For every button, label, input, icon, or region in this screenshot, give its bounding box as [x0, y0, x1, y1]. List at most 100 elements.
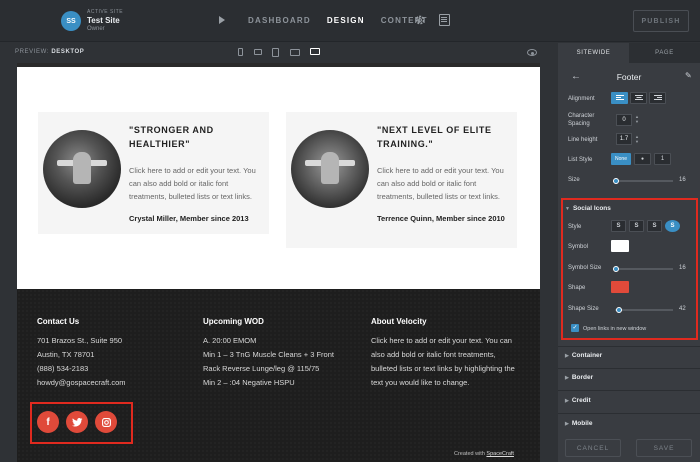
footer-contact-line: (888) 534-2183	[37, 364, 89, 373]
social-icons-highlight	[30, 402, 133, 444]
line-height-label: Line height	[568, 137, 598, 143]
mobile-device-icon[interactable]	[238, 48, 243, 56]
top-bar: SS ACTIVE SITE Test Site Owner DASHBOARD…	[0, 0, 700, 42]
tablet-icon[interactable]	[272, 48, 279, 57]
design-panel: SITEWIDE PAGE ← Footer ✎ Alignment Chara…	[558, 43, 700, 462]
canvas-gutter	[0, 63, 17, 462]
size-slider-thumb[interactable]	[613, 178, 619, 184]
border-heading: Border	[571, 374, 594, 381]
footer-about-title: About Velocity	[371, 317, 427, 326]
size-label: Size	[568, 177, 580, 183]
preview-mode: DESKTOP	[51, 49, 85, 55]
list-style-bullet-button[interactable]: ●	[634, 153, 651, 165]
site-name: Test Site	[87, 16, 120, 25]
credit-prefix: Created with	[454, 451, 485, 457]
credit-heading: Credit	[571, 397, 591, 404]
publish-button[interactable]: PUBLISH	[633, 10, 689, 32]
section-border[interactable]: ▶ Border	[565, 374, 593, 381]
main-nav: DASHBOARD DESIGN CONTENT	[248, 16, 428, 25]
line-height-stepper[interactable]: ▲ ▼	[635, 134, 639, 144]
site-switcher[interactable]: ACTIVE SITE Test Site Owner	[87, 9, 123, 32]
list-style-none-button[interactable]: None	[611, 153, 631, 165]
container-heading: Container	[571, 352, 603, 359]
testimonial-body[interactable]: Click here to add or edit your text. You…	[129, 164, 264, 203]
testimonial-quote[interactable]: "STRONGER AND HEALTHIER"	[129, 123, 259, 151]
nav-design[interactable]: DESIGN	[327, 16, 365, 25]
section-mobile[interactable]: ▶ Mobile	[565, 420, 592, 427]
preview-label: PREVIEW: DESKTOP	[15, 49, 84, 55]
footer-about[interactable]: About Velocity Click here to add or edit…	[371, 317, 521, 390]
testimonial-photo[interactable]	[43, 130, 121, 208]
list-style-number-button[interactable]: 1	[654, 153, 671, 165]
footer-about-body: Click here to add or edit your text. You…	[371, 336, 515, 387]
footer-wod[interactable]: Upcoming WOD A. 20:00 EMOM Min 1 – 3 TnG…	[203, 317, 334, 390]
play-icon[interactable]	[219, 16, 225, 24]
panel-footer: CANCEL SAVE	[558, 433, 700, 462]
caret-right-icon: ▶	[565, 398, 569, 404]
save-button[interactable]: SAVE	[636, 439, 692, 457]
footer-contact-line[interactable]: howdy@gospacecraft.com	[37, 376, 126, 390]
page-preview: "STRONGER AND HEALTHIER" Click here to a…	[17, 63, 540, 462]
testimonial-photo[interactable]	[291, 130, 369, 208]
divider	[558, 413, 700, 414]
size-value: 16	[679, 177, 686, 183]
site-footer[interactable]: Contact Us 701 Brazos St., Suite 950 Aus…	[17, 289, 540, 462]
footer-wod-line: Min 2 – :04 Negative HSPU	[203, 378, 295, 387]
section-container[interactable]: ▶ Container	[565, 352, 602, 359]
alignment-label: Alignment	[568, 96, 595, 102]
testimonial-card[interactable]: "NEXT LEVEL OF ELITE TRAINING." Click he…	[286, 112, 517, 248]
footer-wod-line: Rack Reverse Lunge/leg @ 115/75	[203, 364, 320, 373]
footer-contact[interactable]: Contact Us 701 Brazos St., Suite 950 Aus…	[37, 317, 126, 390]
mobile-landscape-icon[interactable]	[254, 49, 262, 55]
align-left-icon	[615, 95, 624, 100]
eye-icon[interactable]	[527, 49, 537, 56]
desktop-icon[interactable]	[310, 48, 320, 55]
site-avatar[interactable]: SS	[61, 11, 81, 31]
footer-wod-line: A. 20:00 EMOM	[203, 336, 257, 345]
align-left-button[interactable]	[611, 92, 628, 104]
tab-sitewide[interactable]: SITEWIDE	[558, 43, 629, 63]
footer-contact-title: Contact Us	[37, 317, 80, 326]
footer-credit: Created with SpaceCraft	[454, 451, 514, 457]
footer-wod-line: Min 1 – 3 TnG Muscle Cleans + 3 Front	[203, 350, 334, 359]
cancel-button[interactable]: CANCEL	[565, 439, 621, 457]
testimonial-body[interactable]: Click here to add or edit your text. You…	[377, 164, 512, 203]
divider	[558, 390, 700, 391]
testimonial-author[interactable]: Crystal Miller, Member since 2013	[129, 213, 264, 225]
align-center-icon	[634, 95, 643, 100]
preview-prefix: PREVIEW:	[15, 49, 50, 55]
section-credit[interactable]: ▶ Credit	[565, 397, 591, 404]
align-right-icon	[653, 95, 662, 100]
layout-icon[interactable]	[439, 14, 450, 26]
caret-right-icon: ▶	[565, 375, 569, 381]
pencil-icon[interactable]: ✎	[685, 71, 692, 80]
preview-top-strip	[17, 63, 540, 67]
align-right-button[interactable]	[649, 92, 666, 104]
footer-wod-title: Upcoming WOD	[203, 317, 264, 326]
size-slider[interactable]	[613, 178, 673, 184]
tab-page[interactable]: PAGE	[629, 43, 700, 63]
testimonial-author[interactable]: Terrence Quinn, Member since 2010	[377, 213, 512, 225]
credit-link[interactable]: SpaceCraft	[486, 451, 514, 457]
line-height-input[interactable]: 1.7	[616, 133, 632, 145]
char-spacing-input[interactable]: 0	[616, 114, 632, 126]
panel-title: Footer	[616, 72, 642, 82]
divider	[558, 346, 700, 347]
panel-tabs: SITEWIDE PAGE	[558, 43, 700, 63]
site-role: Owner	[87, 26, 105, 32]
tablet-landscape-icon[interactable]	[290, 49, 300, 56]
testimonial-quote[interactable]: "NEXT LEVEL OF ELITE TRAINING."	[377, 123, 507, 151]
caret-right-icon: ▶	[565, 353, 569, 359]
divider	[558, 368, 700, 369]
active-site-label: ACTIVE SITE	[87, 9, 124, 15]
footer-contact-line: Austin, TX 78701	[37, 350, 95, 359]
preview-bar: PREVIEW: DESKTOP	[0, 43, 558, 63]
char-spacing-label: Character Spacing	[568, 113, 595, 127]
char-spacing-stepper[interactable]: ▲ ▼	[635, 114, 639, 124]
nav-dashboard[interactable]: DASHBOARD	[248, 16, 311, 25]
footer-contact-line: 701 Brazos St., Suite 950	[37, 336, 123, 345]
testimonial-card[interactable]: "STRONGER AND HEALTHIER" Click here to a…	[38, 112, 269, 234]
gear-icon[interactable]	[414, 14, 426, 26]
align-center-button[interactable]	[630, 92, 647, 104]
caret-right-icon: ▶	[565, 421, 569, 427]
